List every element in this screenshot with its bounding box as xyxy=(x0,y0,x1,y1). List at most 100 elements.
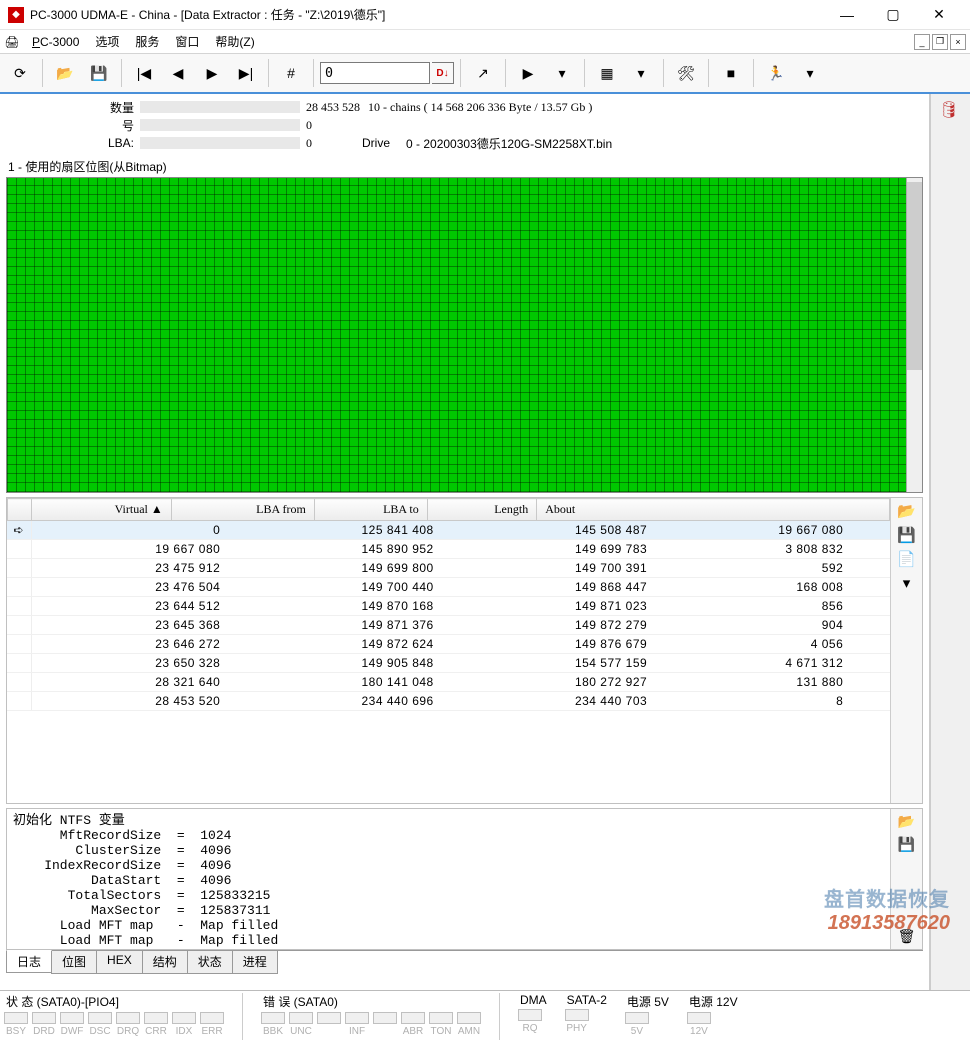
mdi-minimize[interactable]: _ xyxy=(914,34,930,50)
lba-value: 0 xyxy=(306,136,312,151)
prev-icon[interactable]: ◀ xyxy=(162,57,194,89)
save-icon[interactable]: 💾 xyxy=(83,57,115,89)
table-row[interactable]: 19 667 080145 890 952149 699 7833 808 83… xyxy=(7,540,890,559)
led-BSY: BSY xyxy=(4,1012,28,1037)
bitmap-title: 1 - 使用的扇区位图(从Bitmap) xyxy=(0,156,929,177)
table-row[interactable]: 23 650 328149 905 848154 577 1594 671 31… xyxy=(7,654,890,673)
tools-icon[interactable]: 🛠 xyxy=(670,57,702,89)
drive-label: Drive xyxy=(362,136,390,150)
tab-1[interactable]: 位图 xyxy=(51,951,97,974)
led-TON: TON xyxy=(429,1012,453,1037)
chain-table: Virtual ▲LBA fromLBA toLengthAbout ➪0125… xyxy=(6,497,923,804)
led-INF: INF xyxy=(345,1012,369,1037)
log-output: 初始化 NTFS 变量 MftRecordSize = 1024 Cluster… xyxy=(7,809,890,949)
col-header[interactable]: Virtual ▲ xyxy=(32,499,172,521)
last-icon[interactable]: ▶| xyxy=(230,57,262,89)
table-row[interactable]: ➪0125 841 408145 508 48719 667 080 xyxy=(7,521,890,540)
table-row[interactable]: 23 476 504149 700 440149 868 447168 008 xyxy=(7,578,890,597)
export-icon[interactable]: ↗ xyxy=(467,57,499,89)
dma-title: DMA xyxy=(518,993,547,1007)
titlebar: ◆ PC-3000 UDMA-E - China - [Data Extract… xyxy=(0,0,970,30)
person-icon[interactable]: 🏃 xyxy=(760,57,792,89)
led-CRR: CRR xyxy=(144,1012,168,1037)
num-label: 号 xyxy=(80,117,140,134)
led-AMN: AMN xyxy=(457,1012,481,1037)
log-clear-icon[interactable]: 🗑 xyxy=(898,928,916,945)
led-ABR: ABR xyxy=(401,1012,425,1037)
col-header[interactable]: LBA from xyxy=(171,499,314,521)
led-UNC: UNC xyxy=(289,1012,313,1037)
table-row[interactable]: 23 646 272149 872 624149 876 6794 056 xyxy=(7,635,890,654)
led-DRQ: DRQ xyxy=(116,1012,140,1037)
lba-label: LBA: xyxy=(80,136,140,150)
next-icon[interactable]: ▶ xyxy=(196,57,228,89)
table-open-icon[interactable]: 📂 xyxy=(897,502,916,520)
led-5V: 5V xyxy=(625,1012,649,1037)
sata-title: SATA-2 xyxy=(565,993,607,1007)
col-header[interactable]: Length xyxy=(427,499,536,521)
table-menu-icon[interactable]: ▾ xyxy=(903,574,911,592)
minimize-button[interactable]: — xyxy=(824,0,870,30)
menu-service[interactable]: 服务 xyxy=(127,31,167,52)
bitmap-scrollbar[interactable] xyxy=(906,178,922,492)
sector-bitmap[interactable] xyxy=(6,177,923,493)
print-icon[interactable]: 🖨 xyxy=(4,34,20,50)
led-DRD: DRD xyxy=(32,1012,56,1037)
tab-3[interactable]: 结构 xyxy=(142,951,188,974)
table-row[interactable]: 23 644 512149 870 168149 871 023856 xyxy=(7,597,890,616)
close-button[interactable]: ✕ xyxy=(916,0,962,30)
lba-bar xyxy=(140,137,300,149)
db-icon[interactable]: 🛢 xyxy=(935,98,963,122)
col-header[interactable]: About xyxy=(537,499,890,521)
tab-4[interactable]: 状态 xyxy=(187,951,233,974)
log-open-icon[interactable]: 📂 xyxy=(898,813,915,830)
statusbar: 状 态 (SATA0)-[PIO4] BSYDRDDWFDSCDRQCRRIDX… xyxy=(0,990,970,1042)
tab-2[interactable]: HEX xyxy=(96,951,143,974)
error-title: 错 误 (SATA0) xyxy=(261,993,481,1010)
matrix-icon[interactable]: ▦ xyxy=(591,57,623,89)
table-row[interactable]: 28 321 640180 141 048180 272 927131 880 xyxy=(7,673,890,692)
col-header[interactable]: LBA to xyxy=(314,499,427,521)
table-save-icon[interactable]: 💾 xyxy=(897,526,916,544)
drive-value: 0 - 20200303德乐120G-SM2258XT.bin xyxy=(406,135,612,152)
tab-0[interactable]: 日志 xyxy=(6,950,52,973)
led-IDX: IDX xyxy=(172,1012,196,1037)
table-row[interactable]: 23 645 368149 871 376149 872 279904 xyxy=(7,616,890,635)
menu-help[interactable]: 帮助(Z) xyxy=(207,31,262,52)
open-icon[interactable]: 📂 xyxy=(49,57,81,89)
app-icon: ◆ xyxy=(8,7,24,23)
num-value: 0 xyxy=(306,118,312,133)
bottom-tabs: 日志位图HEX结构状态进程 xyxy=(6,950,923,974)
grid-icon[interactable]: # xyxy=(275,57,307,89)
toolbar: ⟳ 📂 💾 |◀ ◀ ▶ ▶| # D↓ ↗ ▶ ▾ ▦ ▾ 🛠 ■ 🏃 ▾ xyxy=(0,54,970,94)
menu-window[interactable]: 窗口 xyxy=(167,31,207,52)
address-unit[interactable]: D↓ xyxy=(432,62,454,84)
p12-title: 电源 12V xyxy=(687,993,738,1010)
led-DWF: DWF xyxy=(60,1012,84,1037)
table-doc-icon[interactable]: 📄 xyxy=(897,550,916,568)
p5-title: 电源 5V xyxy=(625,993,669,1010)
dropdown2-icon[interactable]: ▾ xyxy=(625,57,657,89)
led-ERR: ERR xyxy=(200,1012,224,1037)
table-row[interactable]: 23 475 912149 699 800149 700 391592 xyxy=(7,559,890,578)
count-extra: 10 - chains ( 14 568 206 336 Byte / 13.5… xyxy=(368,100,592,115)
led-PHY: PHY xyxy=(565,1009,589,1034)
refresh-icon[interactable]: ⟳ xyxy=(4,57,36,89)
table-row[interactable]: 28 453 520234 440 696234 440 7038 xyxy=(7,692,890,711)
menu-options[interactable]: 选项 xyxy=(87,31,127,52)
mdi-close[interactable]: × xyxy=(950,34,966,50)
dropdown3-icon[interactable]: ▾ xyxy=(794,57,826,89)
dropdown-icon[interactable]: ▾ xyxy=(546,57,578,89)
window-title: PC-3000 UDMA-E - China - [Data Extractor… xyxy=(30,6,824,23)
log-save-icon[interactable]: 💾 xyxy=(898,836,915,853)
stop-icon[interactable]: ■ xyxy=(715,57,747,89)
first-icon[interactable]: |◀ xyxy=(128,57,160,89)
num-bar xyxy=(140,119,300,131)
address-input[interactable] xyxy=(320,62,430,84)
play-icon[interactable]: ▶ xyxy=(512,57,544,89)
led-BBK: BBK xyxy=(261,1012,285,1037)
menu-pc3000[interactable]: PPC-3000C-3000 xyxy=(24,33,87,51)
mdi-restore[interactable]: ❐ xyxy=(932,34,948,50)
tab-5[interactable]: 进程 xyxy=(232,951,278,974)
maximize-button[interactable]: ▢ xyxy=(870,0,916,30)
